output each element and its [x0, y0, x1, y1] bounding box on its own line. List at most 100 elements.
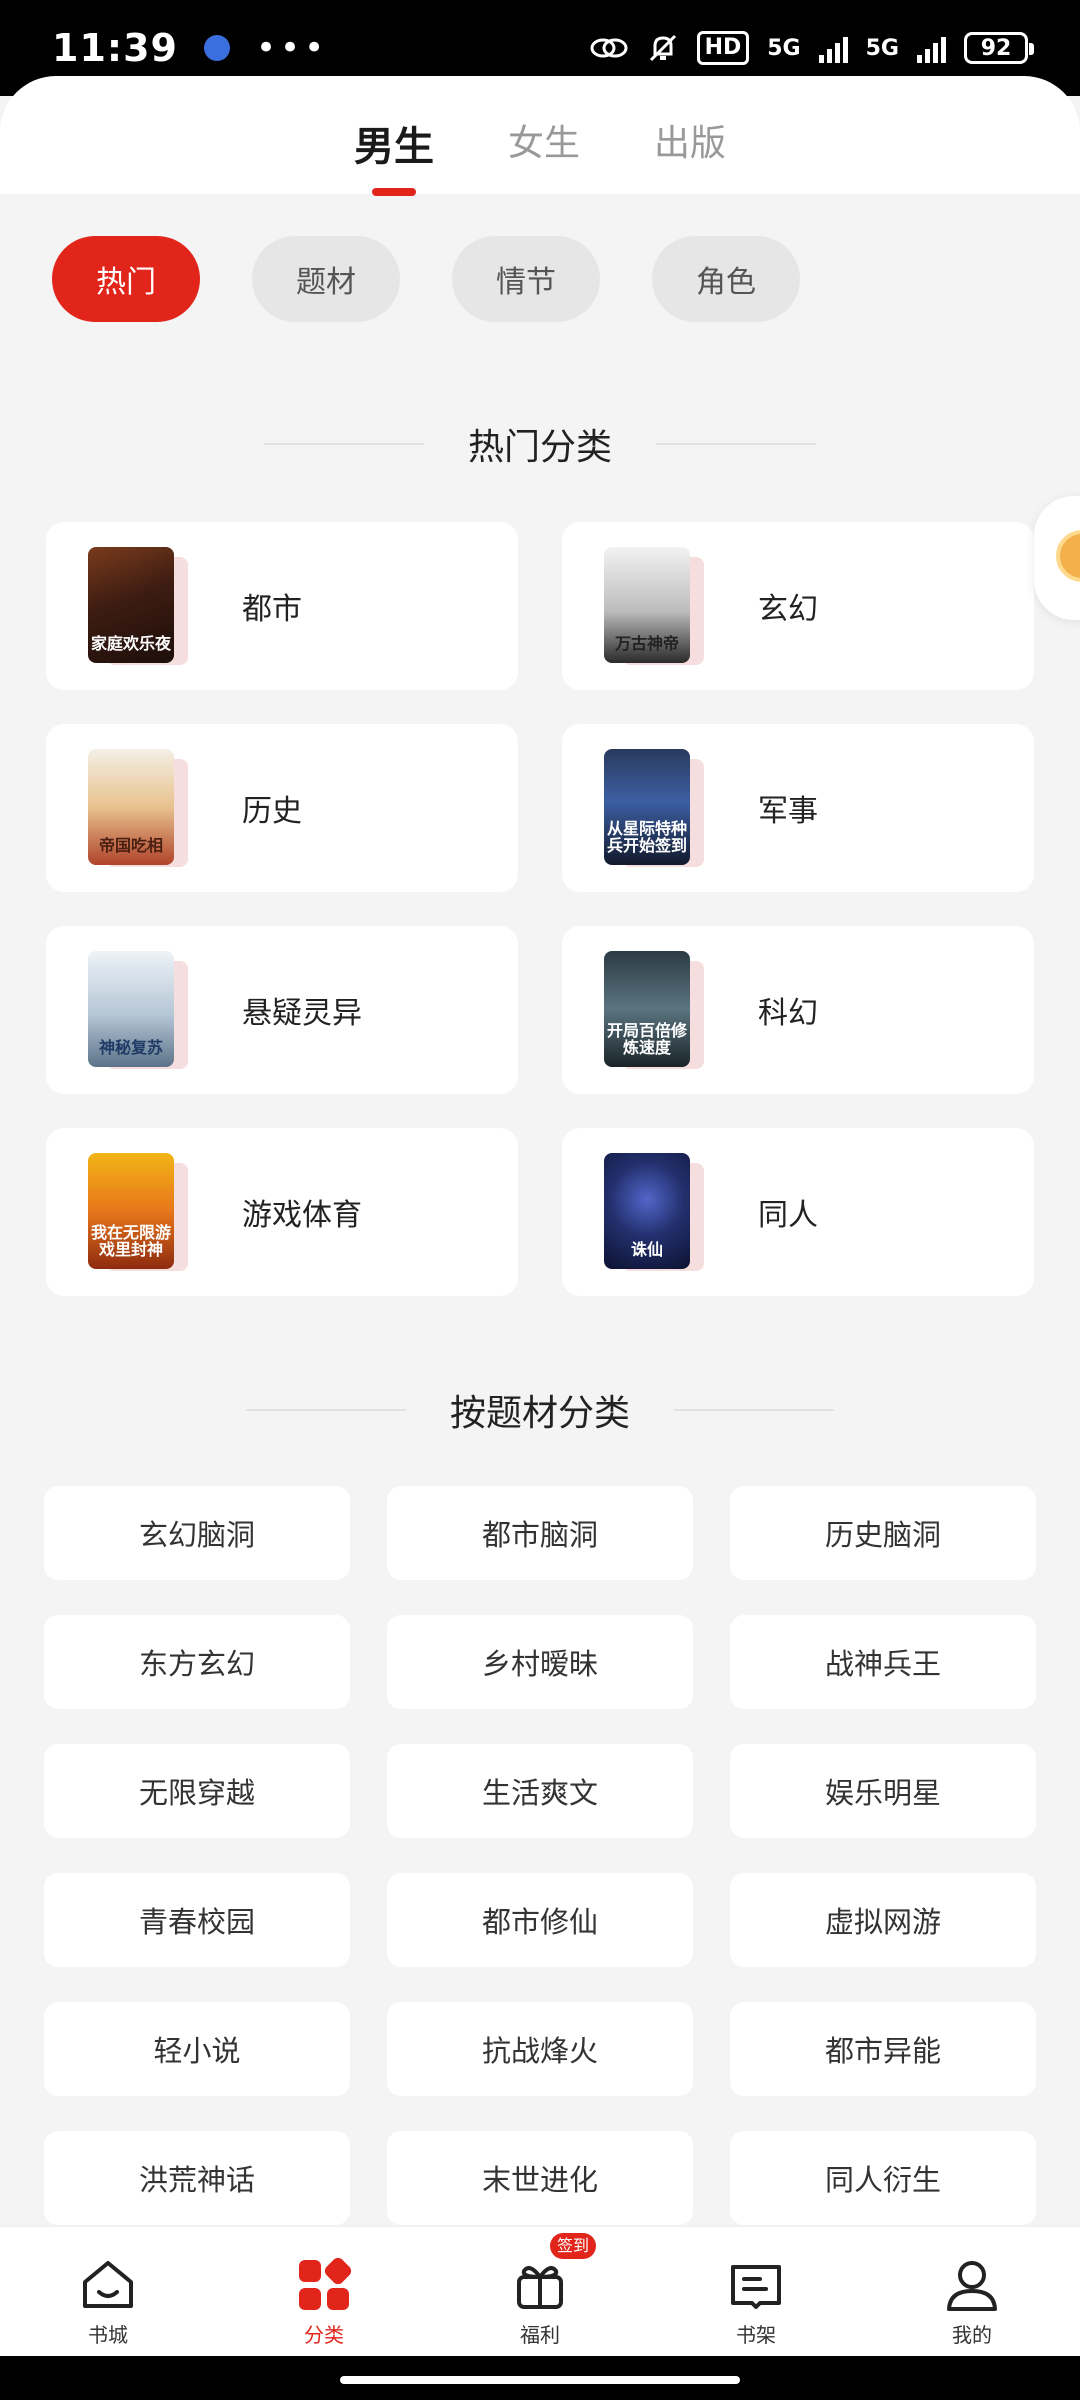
topic-section-title: 按题材分类 [0, 1384, 1080, 1436]
battery-icon: 92 [964, 32, 1034, 64]
nav-bookshelf[interactable]: 书架 [648, 2227, 864, 2356]
category-card-fantasy[interactable]: 万古神帝 玄幻 [562, 522, 1034, 690]
topic-tag[interactable]: 虚拟网游 [730, 1873, 1036, 1967]
cover-text: 从星际特种兵开始签到 [604, 749, 690, 865]
tab-publish[interactable]: 出版 [654, 114, 726, 172]
screen: 11:39 ••• HD 5G 5G 92 男生 女生 出版 热门 题材 情节 … [0, 0, 1080, 2400]
section-title-text: 按题材分类 [449, 1393, 630, 1434]
book-cover: 从星际特种兵开始签到 [604, 749, 704, 867]
book-cover: 帝国吃相 [88, 749, 188, 867]
book-cover: 我在无限游戏里封神 [88, 1153, 188, 1271]
topic-tag[interactable]: 战神兵王 [730, 1615, 1036, 1709]
clock: 11:39 [52, 26, 178, 70]
cover-text: 我在无限游戏里封神 [88, 1153, 174, 1269]
signal-icon-1 [818, 33, 848, 63]
pill-hot[interactable]: 热门 [52, 236, 200, 322]
topic-tag[interactable]: 都市脑洞 [387, 1486, 693, 1580]
cover-text: 神秘复苏 [88, 951, 174, 1067]
bookshelf-icon [726, 2257, 786, 2313]
topic-tag[interactable]: 洪荒神话 [44, 2131, 350, 2225]
category-label: 游戏体育 [242, 1198, 362, 1233]
pill-topic[interactable]: 题材 [252, 236, 400, 322]
profile-icon [942, 2257, 1002, 2313]
nav-welfare[interactable]: 签到 福利 [432, 2227, 648, 2356]
book-cover: 诛仙 [604, 1153, 704, 1271]
category-card-military[interactable]: 从星际特种兵开始签到 军事 [562, 724, 1034, 892]
topic-tag[interactable]: 玄幻脑洞 [44, 1486, 350, 1580]
signal-icon-2 [917, 33, 946, 63]
category-label: 同人 [758, 1198, 818, 1233]
nav-category[interactable]: 分类 [216, 2227, 432, 2356]
coin-icon [1056, 530, 1080, 582]
category-card-history[interactable]: 帝国吃相 历史 [46, 724, 518, 892]
checkin-badge: 签到 [550, 2233, 597, 2259]
app-notification-icon [203, 35, 230, 61]
cover-text: 诛仙 [604, 1153, 690, 1269]
topic-tag[interactable]: 都市修仙 [387, 1873, 693, 1967]
topic-tag[interactable]: 轻小说 [44, 2002, 350, 2096]
book-cover: 家庭欢乐夜 [88, 547, 188, 665]
topic-tag[interactable]: 生活爽文 [387, 1744, 693, 1838]
topic-tag[interactable]: 抗战烽火 [387, 2002, 693, 2096]
nav-label: 书架 [736, 2323, 776, 2347]
filter-pills: 热门 题材 情节 角色 [52, 236, 800, 322]
tab-male[interactable]: 男生 [354, 114, 434, 172]
hot-category-grid: 家庭欢乐夜 都市 万古神帝 玄幻 帝国吃相 历史 从星际特种兵开始签到 军事 神… [46, 522, 1034, 1296]
topic-tag[interactable]: 都市异能 [730, 2002, 1036, 2096]
topic-tag[interactable]: 无限穿越 [44, 1744, 350, 1838]
category-card-scifi[interactable]: 开局百倍修炼速度 科幻 [562, 926, 1034, 1094]
nav-label: 分类 [304, 2323, 344, 2347]
pill-role[interactable]: 角色 [652, 236, 800, 322]
book-cover: 神秘复苏 [88, 951, 188, 1069]
category-card-suspense[interactable]: 神秘复苏 悬疑灵异 [46, 926, 518, 1094]
topic-tag[interactable]: 乡村暧昧 [387, 1615, 693, 1709]
link-icon [589, 33, 629, 63]
topic-tag[interactable]: 末世进化 [387, 2131, 693, 2225]
network-label-2: 5G [865, 35, 899, 61]
category-label: 悬疑灵异 [242, 996, 362, 1031]
section-title-text: 热门分类 [467, 427, 612, 468]
nav-label: 福利 [520, 2323, 560, 2347]
category-label: 玄幻 [758, 592, 818, 627]
topic-tag[interactable]: 娱乐明星 [730, 1744, 1036, 1838]
nav-label: 书城 [88, 2323, 128, 2347]
divider [656, 443, 816, 445]
home-indicator[interactable] [340, 2376, 740, 2384]
topic-tag[interactable]: 青春校园 [44, 1873, 350, 1967]
category-card-urban[interactable]: 家庭欢乐夜 都市 [46, 522, 518, 690]
category-label: 都市 [242, 592, 302, 627]
topic-tag[interactable]: 同人衍生 [730, 2131, 1036, 2225]
pill-plot[interactable]: 情节 [452, 236, 600, 322]
tab-female[interactable]: 女生 [508, 114, 580, 172]
divider [674, 1409, 834, 1411]
hot-section-title: 热门分类 [0, 418, 1080, 470]
bottom-nav: 书城 分类 签到 福利 书架 我的 [0, 2226, 1080, 2356]
mute-bell-icon [647, 32, 679, 64]
top-header: 男生 女生 出版 [0, 76, 1080, 194]
topic-tag[interactable]: 历史脑洞 [730, 1486, 1036, 1580]
category-card-fanfic[interactable]: 诛仙 同人 [562, 1128, 1034, 1296]
divider [263, 443, 424, 445]
gender-tabs: 男生 女生 出版 [0, 114, 1080, 172]
category-label: 军事 [758, 794, 818, 829]
topic-tag[interactable]: 东方玄幻 [44, 1615, 350, 1709]
category-card-games-sports[interactable]: 我在无限游戏里封神 游戏体育 [46, 1128, 518, 1296]
divider [245, 1409, 406, 1411]
category-label: 科幻 [758, 996, 818, 1031]
floating-reward-widget[interactable] [1034, 496, 1080, 620]
topic-tag-grid: 玄幻脑洞 都市脑洞 历史脑洞 东方玄幻 乡村暧昧 战神兵王 无限穿越 生活爽文 … [44, 1486, 1036, 2225]
cover-text: 开局百倍修炼速度 [604, 951, 690, 1067]
cover-text: 万古神帝 [604, 547, 690, 663]
category-icon [294, 2257, 354, 2313]
cover-text: 家庭欢乐夜 [88, 547, 174, 663]
gift-icon [510, 2257, 570, 2313]
nav-label: 我的 [952, 2323, 992, 2347]
network-label-1: 5G [767, 35, 801, 61]
cover-text: 帝国吃相 [88, 749, 174, 865]
hd-voice-icon: HD [696, 31, 750, 65]
nav-bookstore[interactable]: 书城 [0, 2227, 216, 2356]
more-notifications-icon: ••• [255, 28, 329, 68]
category-label: 历史 [242, 794, 302, 829]
nav-profile[interactable]: 我的 [864, 2227, 1080, 2356]
gesture-bar [0, 2356, 1080, 2400]
